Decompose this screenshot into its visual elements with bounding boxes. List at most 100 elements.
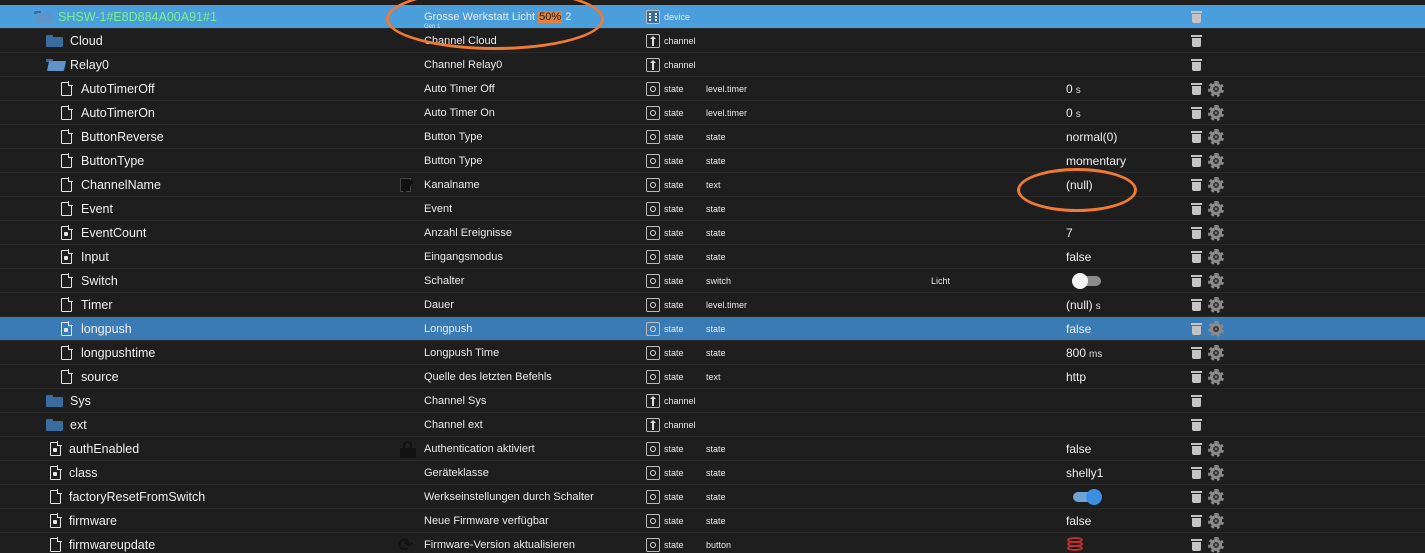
- tree-row-factoryresetfromswitch[interactable]: factoryResetFromSwitch Werkseinstellunge…: [0, 485, 1425, 509]
- tree-row-autotimeron[interactable]: AutoTimerOn Auto Timer On state level.ti…: [0, 101, 1425, 125]
- trash-icon[interactable]: [1191, 227, 1202, 239]
- trash-icon[interactable]: [1191, 179, 1202, 191]
- trash-icon[interactable]: [1191, 515, 1202, 527]
- object-value[interactable]: 800 ms: [1066, 341, 1176, 365]
- gear-icon[interactable]: [1208, 129, 1224, 145]
- object-name: factoryResetFromSwitch: [69, 490, 206, 504]
- tree-row-device[interactable]: SHSW-1#E8D884A00A91#1 Grosse Werkstatt L…: [0, 5, 1425, 30]
- gear-icon[interactable]: [1208, 369, 1224, 385]
- trash-icon[interactable]: [1191, 11, 1202, 23]
- trash-icon[interactable]: [1191, 323, 1202, 335]
- gear-icon[interactable]: [1208, 273, 1224, 289]
- gear-icon[interactable]: [1208, 297, 1224, 313]
- gear-icon[interactable]: [1208, 441, 1224, 457]
- file-icon: [61, 201, 73, 216]
- object-value[interactable]: false: [1066, 245, 1176, 269]
- trash-icon[interactable]: [1191, 203, 1202, 215]
- object-description: Dauer: [424, 299, 454, 311]
- trash-icon[interactable]: [1191, 299, 1202, 311]
- object-name: Sys: [70, 394, 91, 408]
- object-value[interactable]: false: [1066, 437, 1176, 461]
- channel-type-icon: [646, 34, 660, 48]
- tree-row-ext[interactable]: ext Channel ext channel: [0, 413, 1425, 437]
- tree-row-authenabled[interactable]: authEnabled Authentication aktiviert sta…: [0, 437, 1425, 461]
- push-button-icon[interactable]: [1066, 535, 1084, 553]
- gear-icon[interactable]: [1208, 345, 1224, 361]
- gear-icon[interactable]: [1208, 465, 1224, 481]
- trash-icon[interactable]: [1191, 107, 1202, 119]
- trash-icon[interactable]: [1191, 35, 1202, 47]
- gear-icon[interactable]: [1208, 321, 1224, 337]
- trash-icon[interactable]: [1191, 491, 1202, 503]
- object-value[interactable]: false: [1066, 509, 1176, 533]
- object-name: AutoTimerOn: [81, 106, 155, 120]
- object-description: Button Type: [424, 155, 483, 167]
- factory-reset-toggle[interactable]: [1073, 489, 1102, 505]
- tree-row-longpushtime[interactable]: longpushtime Longpush Time state state 8…: [0, 341, 1425, 365]
- tree-row-firmware[interactable]: firmware Neue Firmware verfügbar state s…: [0, 509, 1425, 533]
- trash-icon[interactable]: [1191, 443, 1202, 455]
- trash-icon[interactable]: [1191, 347, 1202, 359]
- file-icon: [61, 273, 73, 288]
- object-value[interactable]: 0s: [1066, 101, 1176, 125]
- object-name: ext: [70, 418, 87, 432]
- object-value[interactable]: http: [1066, 365, 1176, 389]
- tree-row-cloud[interactable]: Cloud Channel Cloud channel: [0, 29, 1425, 53]
- gear-icon[interactable]: [1208, 153, 1224, 169]
- file-icon: [61, 105, 73, 120]
- trash-icon[interactable]: [1191, 131, 1202, 143]
- tree-row-eventcount[interactable]: EventCount Anzahl Ereignisse state state…: [0, 221, 1425, 245]
- object-value[interactable]: 0s: [1066, 77, 1176, 101]
- gear-icon[interactable]: [1208, 489, 1224, 505]
- trash-icon[interactable]: [1191, 395, 1202, 407]
- object-name: authEnabled: [69, 442, 140, 456]
- tree-row-source[interactable]: source Quelle des letzten Befehls state …: [0, 365, 1425, 389]
- tree-row-input[interactable]: Input Eingangsmodus state state false: [0, 245, 1425, 269]
- object-description: Quelle des letzten Befehls: [424, 371, 552, 383]
- object-role: state: [706, 204, 726, 214]
- object-name: SHSW-1#E8D884A00A91#1: [58, 10, 217, 24]
- gear-icon[interactable]: [1208, 201, 1224, 217]
- gear-icon[interactable]: [1208, 537, 1224, 553]
- object-type: state: [664, 84, 684, 94]
- trash-icon[interactable]: [1191, 539, 1202, 551]
- tree-row-switch[interactable]: Switch Schalter state switch Licht: [0, 269, 1425, 293]
- channel-type-icon: [646, 394, 660, 408]
- tree-row-longpush[interactable]: longpush Longpush state state false: [0, 317, 1425, 341]
- tree-row-relay0[interactable]: Relay0 Channel Relay0 channel: [0, 53, 1425, 77]
- object-type: state: [664, 468, 684, 478]
- trash-icon[interactable]: [1191, 155, 1202, 167]
- tree-row-channelname[interactable]: ChannelName Kanalname state text (null): [0, 173, 1425, 197]
- trash-icon[interactable]: [1191, 419, 1202, 431]
- tree-row-firmwareupdate[interactable]: firmwareupdate ⟳ Firmware-Version aktual…: [0, 533, 1425, 553]
- object-value[interactable]: false: [1066, 317, 1176, 341]
- gear-icon[interactable]: [1208, 81, 1224, 97]
- gear-icon[interactable]: [1208, 225, 1224, 241]
- object-type: device: [664, 12, 691, 22]
- switch-toggle[interactable]: [1072, 273, 1101, 289]
- trash-icon[interactable]: [1191, 275, 1202, 287]
- object-value[interactable]: 7: [1066, 221, 1176, 245]
- trash-icon[interactable]: [1191, 467, 1202, 479]
- trash-icon[interactable]: [1191, 371, 1202, 383]
- state-type-icon: [646, 370, 660, 384]
- tree-row-timer[interactable]: Timer Dauer state level.timer (null) s: [0, 293, 1425, 317]
- object-value[interactable]: (null) s: [1066, 293, 1176, 317]
- folder-open-icon: [34, 11, 55, 23]
- tree-row-event[interactable]: Event Event state state: [0, 197, 1425, 221]
- tree-row-autotimeroff[interactable]: AutoTimerOff Auto Timer Off state level.…: [0, 77, 1425, 101]
- trash-icon[interactable]: [1191, 83, 1202, 95]
- object-value[interactable]: normal(0): [1066, 125, 1176, 149]
- tree-row-buttontype[interactable]: ButtonType Button Type state state momen…: [0, 149, 1425, 173]
- gear-icon[interactable]: [1208, 105, 1224, 121]
- trash-icon[interactable]: [1191, 251, 1202, 263]
- gear-icon[interactable]: [1208, 249, 1224, 265]
- tree-row-buttonreverse[interactable]: ButtonReverse Button Type state state no…: [0, 125, 1425, 149]
- object-value[interactable]: shelly1: [1066, 461, 1176, 485]
- gear-icon[interactable]: [1208, 513, 1224, 529]
- tree-row-class[interactable]: class Geräteklasse state state shelly1: [0, 461, 1425, 485]
- gear-icon[interactable]: [1208, 177, 1224, 193]
- object-type: channel: [664, 60, 696, 70]
- trash-icon[interactable]: [1191, 59, 1202, 71]
- tree-row-sys[interactable]: Sys Channel Sys channel: [0, 389, 1425, 413]
